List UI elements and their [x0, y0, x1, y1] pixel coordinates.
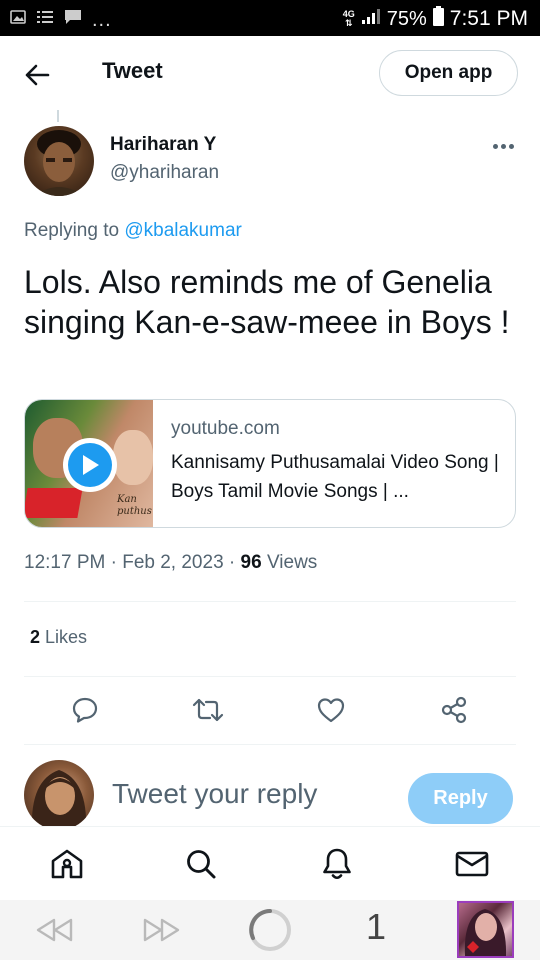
views-label: Views: [266, 552, 318, 573]
tweet-date: Feb 2, 2023: [122, 552, 224, 573]
tweet-actions: [0, 692, 540, 732]
share-button[interactable]: [436, 692, 472, 728]
divider: [24, 676, 516, 677]
video-thumbnail[interactable]: Kan puthus: [25, 400, 153, 527]
chat-icon: [64, 9, 82, 30]
retweet-icon: [192, 698, 224, 722]
reply-submit-button[interactable]: Reply: [408, 773, 513, 824]
card-domain: youtube.com: [171, 418, 280, 439]
more-dot: [492, 143, 498, 149]
page-title: Tweet: [102, 58, 163, 83]
open-app-button[interactable]: Open app: [379, 50, 518, 96]
browser-reload-button[interactable]: [246, 906, 294, 954]
play-icon: [68, 443, 112, 487]
thumbnail-caption: puthus: [117, 506, 152, 517]
clock: 7:51 PM: [449, 7, 528, 30]
reply-button[interactable]: [67, 692, 103, 728]
thumbnail-banner: [25, 488, 83, 518]
likes-link[interactable]: 2 Likes: [30, 627, 87, 648]
nav-home[interactable]: [48, 845, 86, 883]
back-button[interactable]: [20, 58, 54, 92]
replying-to: Replying to @kbalakumar: [24, 220, 242, 242]
avatar-image: [34, 130, 84, 196]
reply-input[interactable]: [112, 778, 392, 810]
divider: [24, 601, 516, 602]
more-dot: [508, 143, 514, 149]
user-avatar: [24, 760, 94, 830]
reply-icon: [72, 697, 98, 723]
fast-forward-icon: [143, 918, 180, 942]
search-icon: [187, 850, 216, 879]
share-icon: [441, 696, 467, 724]
gallery-icon: [10, 9, 26, 30]
bell-icon: [323, 848, 351, 880]
nav-notifications[interactable]: [318, 845, 356, 883]
card-body: youtube.com Kannisamy Puthusamalai Video…: [171, 418, 501, 506]
divider: [24, 744, 516, 745]
avatar-image: [31, 770, 87, 830]
heart-icon: [317, 698, 345, 723]
network-type: 4G ⇅: [343, 10, 355, 28]
tweet-text: Lols. Also reminds me of Genelia singing…: [24, 264, 510, 340]
browser-forward-button[interactable]: [140, 914, 184, 946]
status-overflow: ...: [92, 8, 112, 31]
replying-prefix: Replying to: [24, 220, 120, 241]
data-arrows-icon: ⇅: [344, 18, 353, 28]
browser-avatar-thumbnail[interactable]: [457, 901, 514, 958]
status-bar-notifications: ...: [10, 9, 112, 30]
battery-icon: [432, 6, 444, 32]
more-dot: [500, 143, 506, 149]
author-avatar[interactable]: [24, 126, 94, 196]
rewind-icon: [36, 918, 73, 942]
play-button[interactable]: [63, 438, 117, 492]
thumbnail-caption: Kan: [117, 494, 137, 505]
card-title: Kannisamy Puthusamalai Video Song | Boys…: [171, 452, 499, 502]
list-icon: [36, 9, 54, 30]
bottom-nav: [0, 826, 540, 900]
signal-icon: [361, 7, 381, 31]
tweet-meta: 12:17 PM · Feb 2, 2023 · 96 Views: [24, 552, 317, 574]
battery-level: 75%: [386, 7, 427, 30]
arrow-left-icon: [25, 64, 50, 86]
likes-count: 2: [30, 627, 41, 647]
meta-separator: ·: [110, 552, 123, 573]
meta-separator: ·: [228, 552, 241, 573]
link-card[interactable]: Kan puthus youtube.com Kannisamy Puthusa…: [24, 399, 516, 528]
nav-messages[interactable]: [453, 845, 491, 883]
author-name[interactable]: Hariharan Y: [110, 134, 216, 156]
tab-count[interactable]: 1: [366, 906, 386, 948]
thumbnail-figure: [113, 430, 153, 485]
likes-label: Likes: [45, 627, 88, 647]
thread-connector: [57, 110, 59, 122]
browser-back-button[interactable]: [32, 914, 76, 946]
retweet-button[interactable]: [190, 692, 226, 728]
loading-icon: [249, 909, 291, 951]
like-button[interactable]: [313, 692, 349, 728]
mail-icon: [455, 851, 489, 877]
replying-to-link[interactable]: @kbalakumar: [124, 220, 242, 241]
status-bar: ... 4G ⇅ 75% 7:51 PM: [0, 0, 540, 36]
nav-search[interactable]: [182, 845, 220, 883]
more-options-button[interactable]: [488, 132, 518, 160]
top-bar: Tweet Open app: [0, 36, 540, 110]
author-handle[interactable]: @yhariharan: [110, 162, 219, 184]
status-bar-system: 4G ⇅ 75% 7:51 PM: [343, 6, 528, 32]
home-icon: [51, 849, 83, 879]
tweet-time: 12:17 PM: [24, 552, 106, 573]
views-count: 96: [240, 552, 262, 573]
thumbnail-image: [464, 909, 507, 956]
